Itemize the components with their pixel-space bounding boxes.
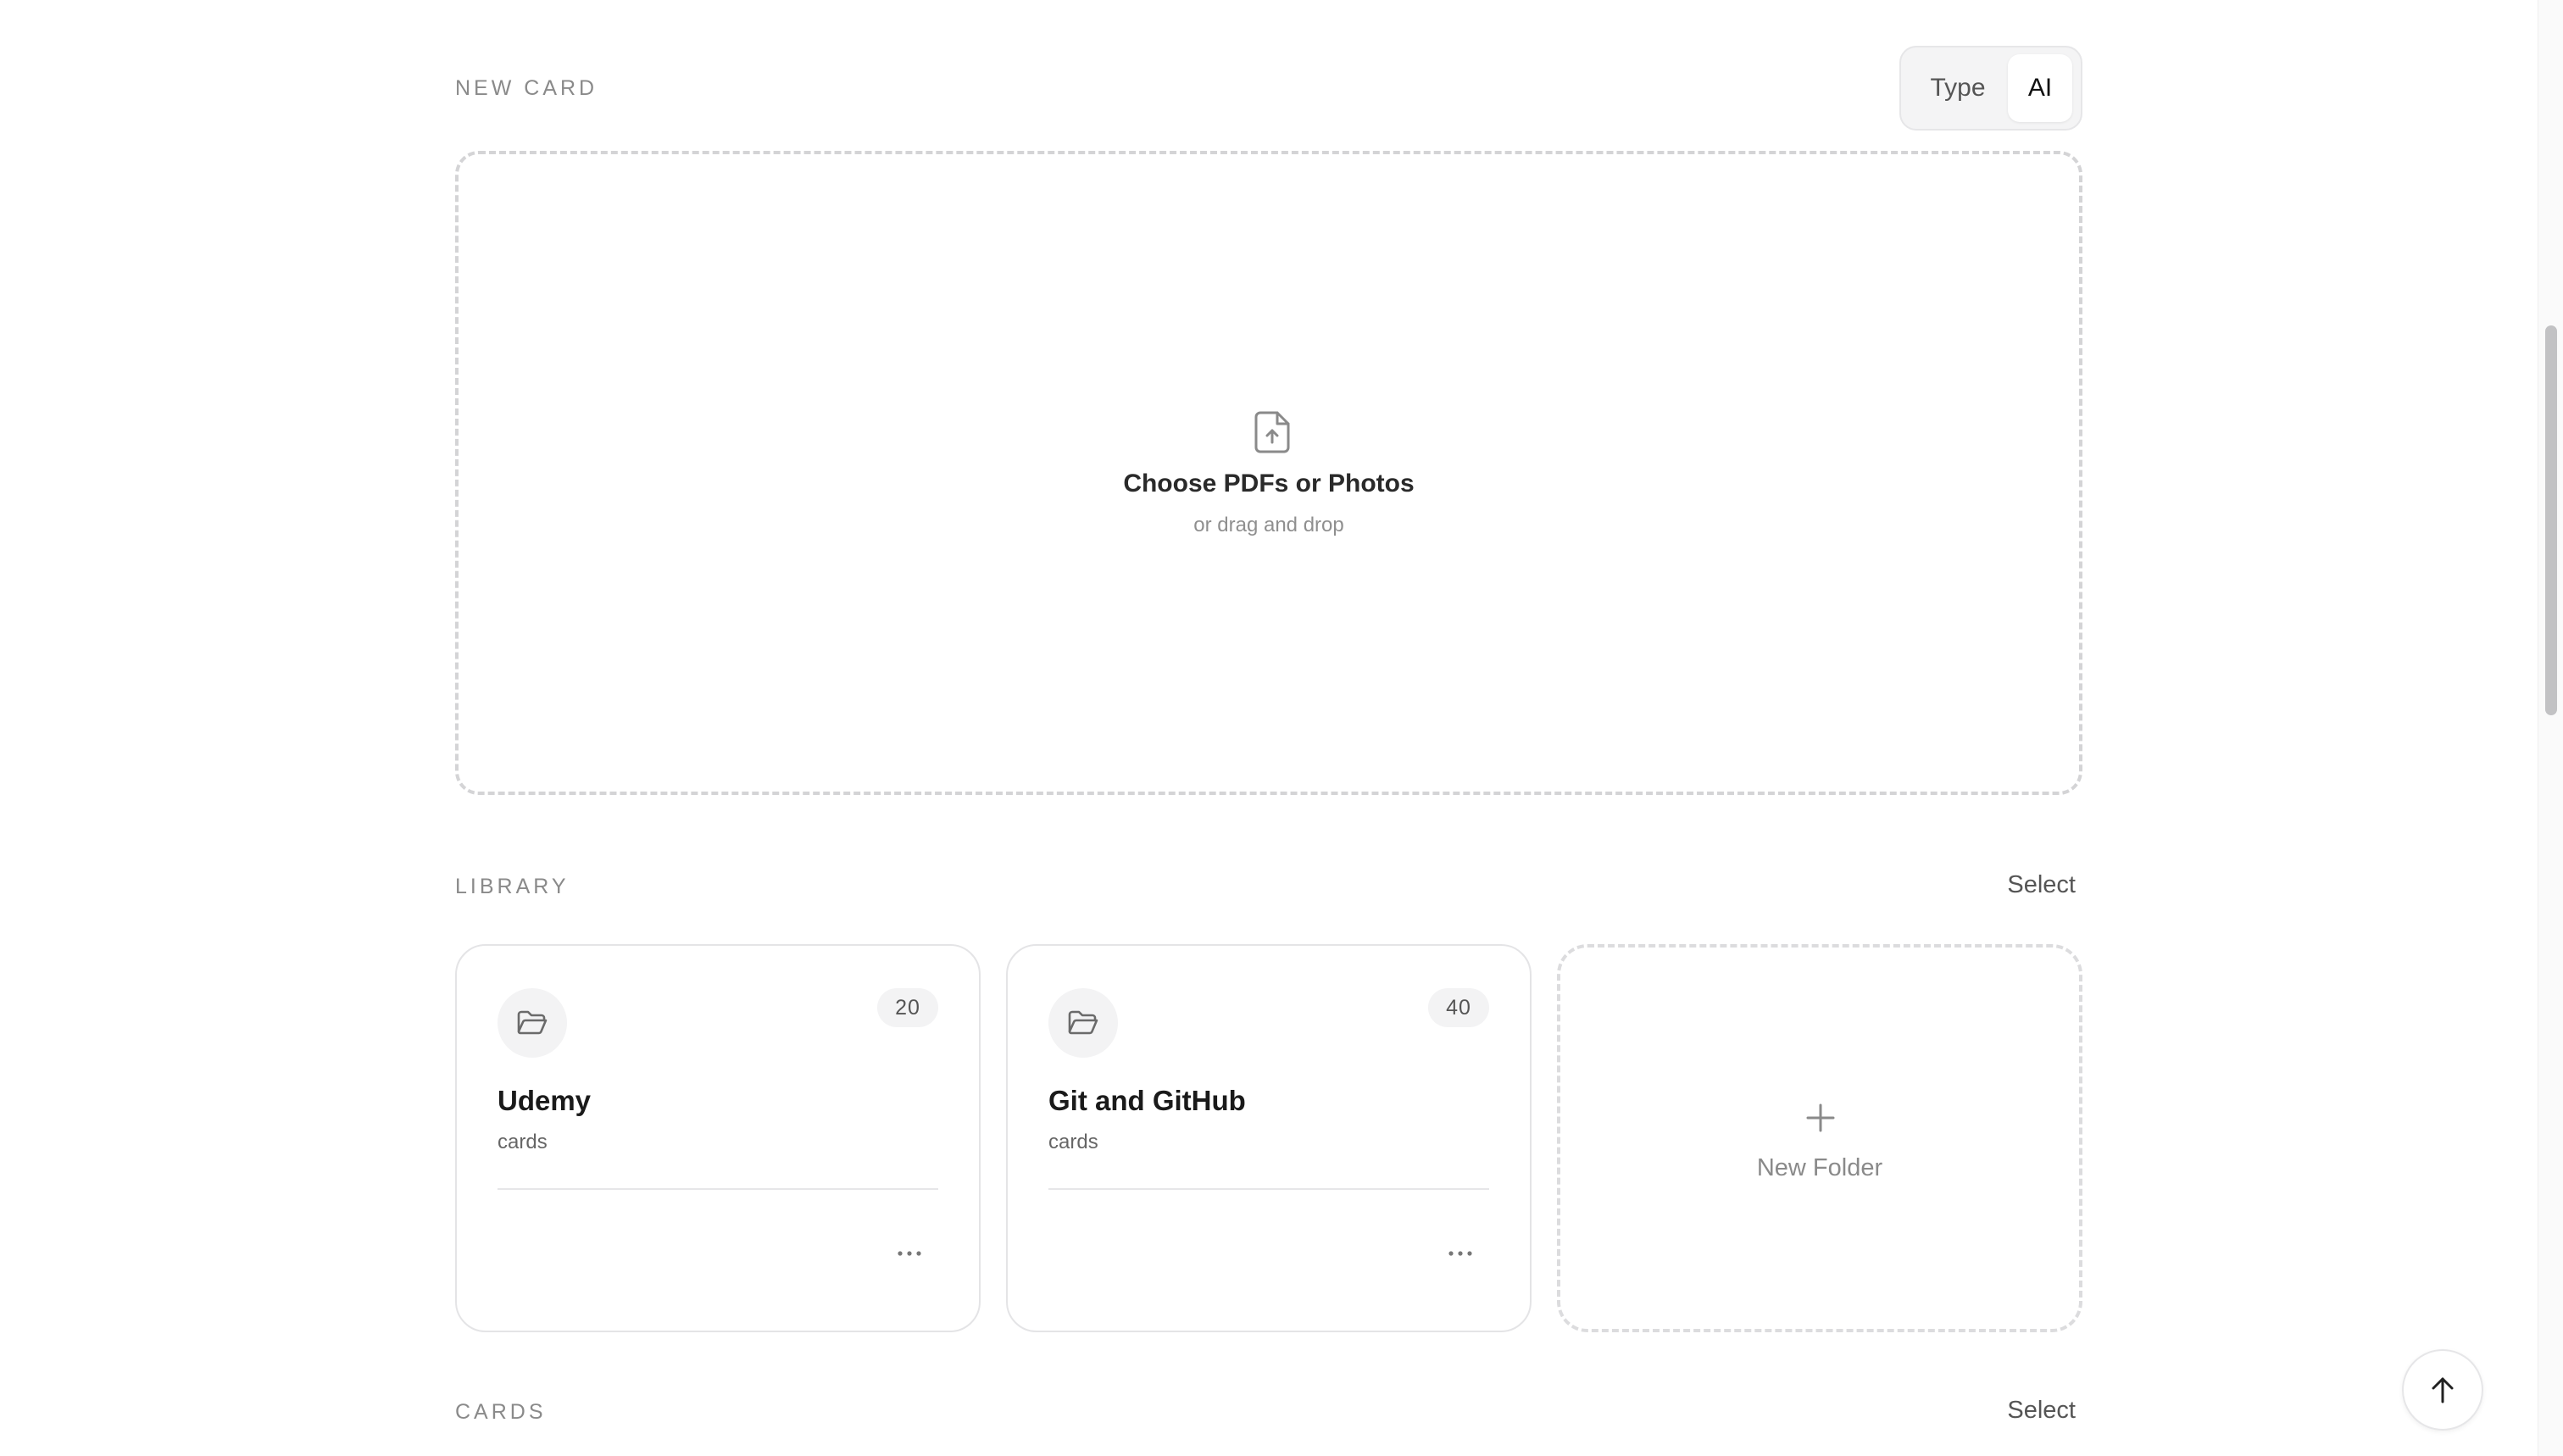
mode-option-ai[interactable]: AI — [2008, 54, 2072, 122]
file-dropzone[interactable]: Choose PDFs or Photos or drag and drop — [455, 151, 2082, 795]
file-upload-icon — [1254, 411, 1290, 453]
new-folder-label: New Folder — [1756, 1154, 1883, 1181]
library-header: LIBRARY Select — [455, 864, 2082, 915]
folder-icon-badge — [1048, 988, 1118, 1058]
folder-name: Git and GitHub — [1048, 1085, 1246, 1116]
scroll-to-top-button[interactable] — [2402, 1349, 2483, 1431]
folder-open-icon — [517, 1010, 548, 1035]
scrollbar-thumb[interactable] — [2545, 325, 2557, 715]
more-horizontal-icon — [898, 1251, 921, 1256]
mode-option-type[interactable]: Type — [1908, 54, 2008, 122]
folder-subtitle: cards — [1048, 1131, 1098, 1153]
mode-toggle: Type AI — [1899, 46, 2082, 131]
folder-subtitle: cards — [498, 1131, 548, 1153]
folder-more-button[interactable] — [891, 1241, 928, 1266]
folder-count-badge: 40 — [1428, 988, 1489, 1027]
folder-name: Udemy — [498, 1085, 592, 1116]
folder-icon-badge — [498, 988, 567, 1058]
library-section-label: LIBRARY — [455, 875, 570, 898]
more-horizontal-icon — [1448, 1251, 1472, 1256]
dropzone-subtitle: or drag and drop — [1193, 514, 1344, 536]
library-select-button[interactable]: Select — [2007, 871, 2076, 899]
new-card-header: NEW CARD Type AI — [455, 0, 2082, 144]
folder-card[interactable]: 20 Udemy cards — [455, 944, 981, 1332]
folder-open-icon — [1068, 1010, 1098, 1035]
scrollbar-track[interactable] — [2538, 0, 2563, 1456]
arrow-up-icon — [2432, 1377, 2454, 1403]
new-folder-button[interactable]: New Folder — [1557, 944, 2082, 1332]
new-card-section-label: NEW CARD — [455, 76, 598, 100]
folder-more-button[interactable] — [1442, 1241, 1479, 1266]
cards-header: CARDS Select — [455, 1390, 2082, 1441]
cards-select-button[interactable]: Select — [2007, 1397, 2076, 1425]
folder-card[interactable]: 40 Git and GitHub cards — [1006, 944, 1532, 1332]
plus-icon — [1806, 1103, 1835, 1132]
page: NEW CARD Type AI Choose PDFs or Photos o… — [0, 0, 2563, 1456]
folder-divider — [498, 1188, 938, 1190]
cards-section-label: CARDS — [455, 1400, 547, 1424]
folder-count-badge: 20 — [877, 988, 938, 1027]
folder-divider — [1048, 1188, 1489, 1190]
dropzone-title: Choose PDFs or Photos — [1123, 470, 1415, 497]
